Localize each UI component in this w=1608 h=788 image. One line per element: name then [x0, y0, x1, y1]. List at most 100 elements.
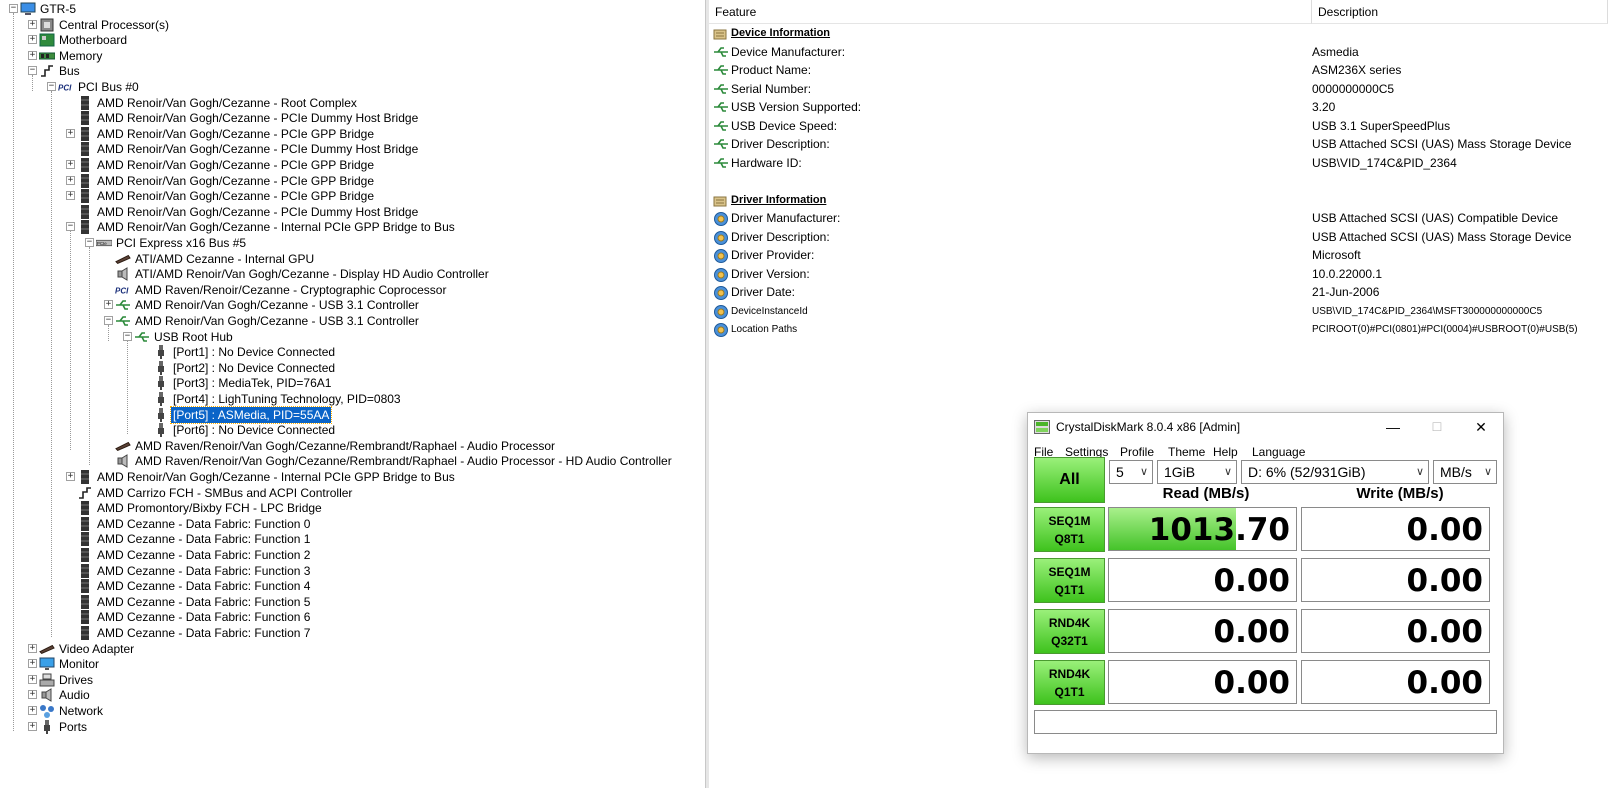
tree-device[interactable]: AMD Cezanne - Data Fabric: Function 5: [0, 594, 705, 610]
tree-device[interactable]: AMD Cezanne - Data Fabric: Function 4: [0, 578, 705, 594]
tree-category[interactable]: + Memory: [0, 48, 705, 64]
tree-device[interactable]: AMD Cezanne - Data Fabric: Function 6: [0, 609, 705, 625]
drive-select[interactable]: D: 6% (52/931GiB) ∨: [1241, 460, 1429, 484]
tree-category[interactable]: + Monitor: [0, 656, 705, 672]
expand-icon[interactable]: +: [28, 659, 37, 669]
expand-icon[interactable]: +: [28, 721, 37, 731]
detail-row[interactable]: Location Paths PCIROOT(0)#PCI(0801)#PCI(0…: [709, 320, 1608, 339]
detail-row[interactable]: USB Device Speed: USB 3.1 SuperSpeedPlus: [709, 117, 1608, 136]
tree-category[interactable]: + Audio: [0, 687, 705, 703]
detail-row[interactable]: Driver Version: 10.0.22000.1: [709, 265, 1608, 284]
all-tests-button[interactable]: All: [1034, 457, 1105, 503]
tree-device[interactable]: AMD Renoir/Van Gogh/Cezanne - PCIe Dummy…: [0, 204, 705, 220]
tree-device[interactable]: AMD Promontory/Bixby FCH - LPC Bridge: [0, 500, 705, 516]
expand-icon[interactable]: +: [66, 472, 75, 481]
test-button-rnd4k-q1t1[interactable]: RND4K Q1T1: [1034, 660, 1105, 705]
tree-device[interactable]: AMD Carrizo FCH - SMBus and ACPI Control…: [0, 485, 705, 501]
close-icon[interactable]: ✕: [1459, 413, 1503, 441]
collapse-icon[interactable]: −: [47, 82, 56, 91]
tree-usb-port[interactable]: [Port1] : No Device Connected: [0, 344, 705, 360]
title-bar[interactable]: CrystalDiskMark 8.0.4 x86 [Admin] — ☐ ✕: [1028, 413, 1503, 441]
device-tree[interactable]: − GTR-5 + Central Processor(s) + Motherboard +…: [0, 0, 705, 788]
expand-icon[interactable]: +: [66, 175, 75, 185]
tree-pci-bus[interactable]: − PCI PCI Bus #0: [0, 79, 705, 95]
tree-device[interactable]: + AMD Renoir/Van Gogh/Cezanne - PCIe GPP …: [0, 173, 705, 189]
tree-usb-port[interactable]: [Port4] : LighTuning Technology, PID=080…: [0, 391, 705, 407]
detail-row[interactable]: Driver Description: USB Attached SCSI (UA…: [709, 228, 1608, 247]
tree-device[interactable]: AMD Cezanne - Data Fabric: Function 0: [0, 516, 705, 532]
tree-device[interactable]: + AMD Renoir/Van Gogh/Cezanne - PCIe GPP …: [0, 126, 705, 142]
expand-icon[interactable]: +: [28, 674, 37, 684]
column-header-feature[interactable]: Feature: [709, 0, 1312, 24]
collapse-icon[interactable]: −: [66, 222, 75, 232]
detail-row[interactable]: Device Manufacturer: Asmedia: [709, 43, 1608, 62]
test-button-seq1m-q8t1[interactable]: SEQ1M Q8T1: [1034, 507, 1105, 552]
comment-field[interactable]: [1034, 710, 1497, 734]
tree-device[interactable]: AMD Cezanne - Data Fabric: Function 1: [0, 531, 705, 547]
test-button-seq1m-q1t1[interactable]: SEQ1M Q1T1: [1034, 558, 1105, 603]
tree-category[interactable]: − Bus: [0, 63, 705, 79]
detail-row[interactable]: USB Version Supported: 3.20: [709, 98, 1608, 117]
test-size-select[interactable]: 1GiB ∨: [1157, 460, 1237, 484]
tree-device[interactable]: AMD Renoir/Van Gogh/Cezanne - PCIe Dummy…: [0, 141, 705, 157]
detail-row[interactable]: Hardware ID: USB\VID_174C&PID_2364: [709, 154, 1608, 173]
collapse-icon[interactable]: −: [85, 238, 94, 247]
tree-device[interactable]: AMD Renoir/Van Gogh/Cezanne - PCIe Dummy…: [0, 110, 705, 126]
tree-usb-hub[interactable]: − USB Root Hub: [0, 329, 705, 345]
tree-usb-port[interactable]: [Port5] : ASMedia, PID=55AA: [0, 405, 705, 424]
test-count-select[interactable]: 5 ∨: [1109, 460, 1153, 484]
tree-device[interactable]: ATI/AMD Cezanne - Internal GPU: [0, 251, 705, 267]
expand-icon[interactable]: +: [66, 128, 75, 138]
expand-icon[interactable]: +: [28, 50, 37, 60]
unit-select[interactable]: MB/s ∨: [1433, 460, 1497, 484]
collapse-icon[interactable]: −: [104, 316, 113, 325]
column-header-description[interactable]: Description: [1312, 0, 1608, 24]
detail-row[interactable]: Driver Description: USB Attached SCSI (UA…: [709, 135, 1608, 154]
tree-device[interactable]: AMD Cezanne - Data Fabric: Function 3: [0, 563, 705, 579]
tree-device[interactable]: AMD Raven/Renoir/Van Gogh/Cezanne/Rembra…: [0, 453, 705, 469]
tree-category[interactable]: + Video Adapter: [0, 641, 705, 657]
expand-icon[interactable]: +: [28, 19, 37, 29]
tree-device[interactable]: AMD Renoir/Van Gogh/Cezanne - Root Compl…: [0, 95, 705, 111]
tree-usb-port[interactable]: [Port3] : MediaTek, PID=76A1: [0, 375, 705, 391]
detail-row[interactable]: Serial Number: 0000000000C5: [709, 80, 1608, 99]
expand-icon[interactable]: +: [28, 690, 37, 700]
tree-device[interactable]: + AMD Renoir/Van Gogh/Cezanne - Internal …: [0, 469, 705, 485]
collapse-icon[interactable]: −: [9, 4, 18, 13]
tree-device[interactable]: + AMD Renoir/Van Gogh/Cezanne - USB 3.1 C…: [0, 297, 705, 313]
tree-root[interactable]: − GTR-5: [0, 1, 705, 17]
maximize-icon[interactable]: ☐: [1415, 413, 1459, 441]
detail-row[interactable]: DeviceInstanceId USB\VID_174C&PID_2364\MS…: [709, 302, 1608, 321]
tree-pcie-bus[interactable]: − PCIe PCI Express x16 Bus #5: [0, 235, 705, 251]
expand-icon[interactable]: +: [66, 191, 75, 201]
minimize-icon[interactable]: —: [1371, 413, 1415, 441]
expand-icon[interactable]: +: [28, 706, 37, 715]
tree-device[interactable]: AMD Cezanne - Data Fabric: Function 2: [0, 547, 705, 563]
expand-icon[interactable]: +: [28, 35, 37, 45]
tree-device[interactable]: AMD Cezanne - Data Fabric: Function 7: [0, 625, 705, 641]
tree-device[interactable]: − AMD Renoir/Van Gogh/Cezanne - USB 3.1 C…: [0, 313, 705, 329]
collapse-icon[interactable]: −: [28, 66, 37, 76]
tree-category[interactable]: + Motherboard: [0, 32, 705, 48]
detail-row[interactable]: Product Name: ASM236X series: [709, 61, 1608, 80]
tree-device[interactable]: + AMD Renoir/Van Gogh/Cezanne - PCIe GPP …: [0, 188, 705, 204]
expand-icon[interactable]: +: [66, 160, 75, 169]
tree-device[interactable]: − AMD Renoir/Van Gogh/Cezanne - Internal …: [0, 219, 705, 235]
test-button-rnd4k-q32t1[interactable]: RND4K Q32T1: [1034, 609, 1105, 654]
tree-usb-port[interactable]: [Port2] : No Device Connected: [0, 360, 705, 376]
expand-icon[interactable]: +: [104, 300, 113, 310]
collapse-icon[interactable]: −: [123, 331, 132, 341]
tree-device[interactable]: + AMD Renoir/Van Gogh/Cezanne - PCIe GPP …: [0, 157, 705, 173]
tree-device[interactable]: PCI AMD Raven/Renoir/Cezanne - Cryptograp…: [0, 282, 705, 298]
tree-device[interactable]: ATI/AMD Renoir/Van Gogh/Cezanne - Displa…: [0, 266, 705, 282]
expand-icon[interactable]: +: [28, 643, 37, 653]
detail-row[interactable]: Driver Manufacturer: USB Attached SCSI (U…: [709, 209, 1608, 228]
tree-category[interactable]: + Central Processor(s): [0, 17, 705, 33]
tree-category[interactable]: + Drives: [0, 672, 705, 688]
detail-row[interactable]: Driver Provider: Microsoft: [709, 246, 1608, 265]
tree-device[interactable]: AMD Raven/Renoir/Van Gogh/Cezanne/Rembra…: [0, 438, 705, 454]
tree-category[interactable]: + Network: [0, 703, 705, 719]
tree-category[interactable]: + Ports: [0, 719, 705, 735]
detail-row[interactable]: Driver Date: 21-Jun-2006: [709, 283, 1608, 302]
tree-usb-port[interactable]: [Port6] : No Device Connected: [0, 422, 705, 438]
